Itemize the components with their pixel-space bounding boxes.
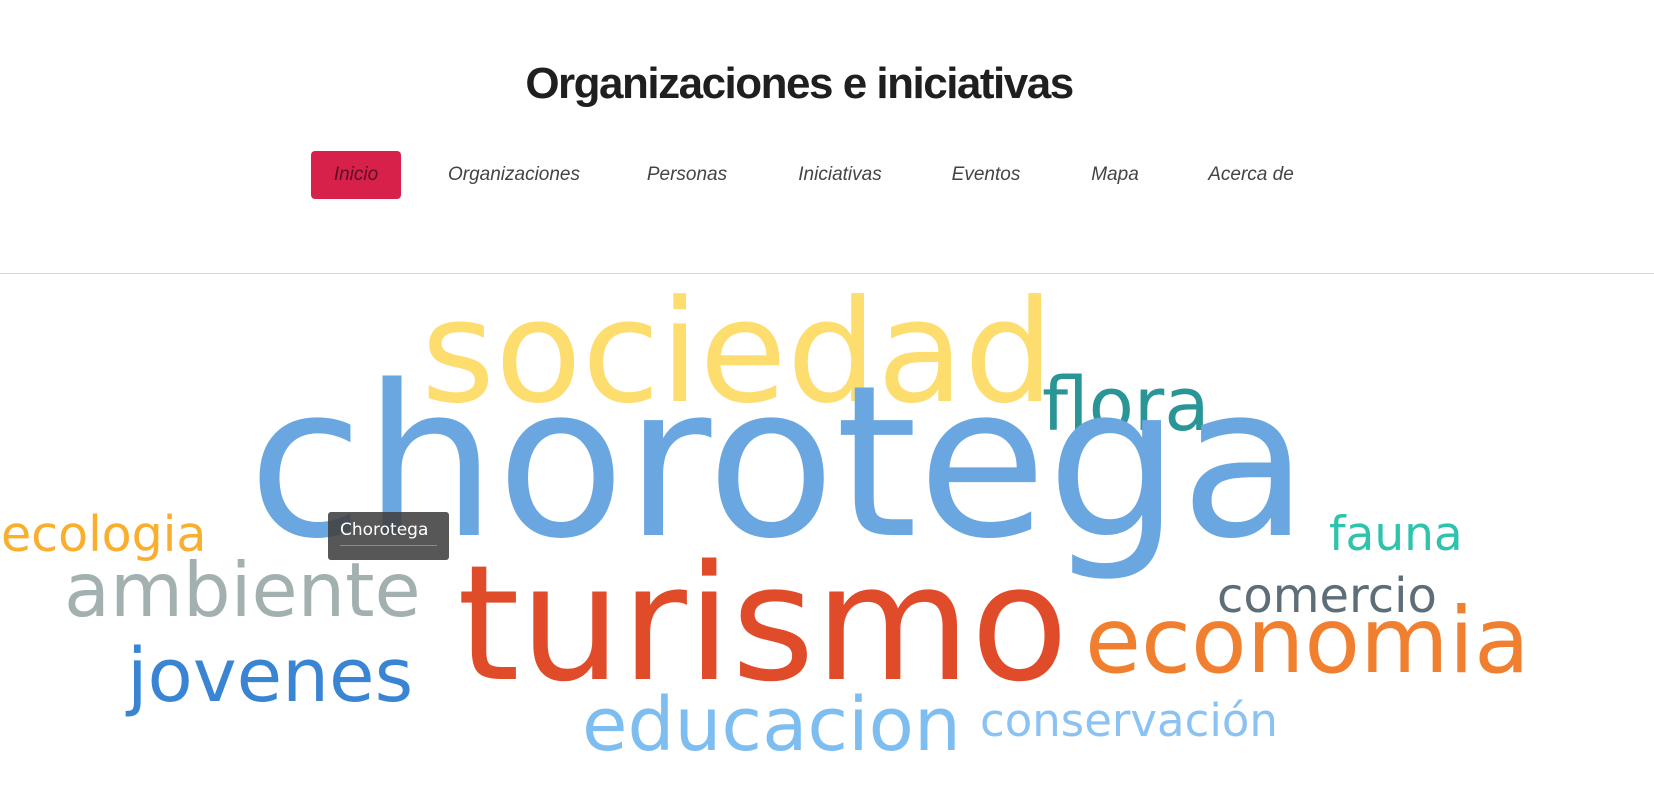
- cloud-word-educacion[interactable]: educacion: [582, 688, 961, 762]
- nav-item-acerca-de[interactable]: Acerca de: [1196, 151, 1306, 199]
- cloud-word-fauna[interactable]: fauna: [1329, 511, 1463, 558]
- word-cloud: sociedad flora chorotega ecologia fauna …: [0, 274, 1654, 797]
- cloud-word-ambiente[interactable]: ambiente: [64, 553, 421, 628]
- cloud-word-economia[interactable]: economia: [1085, 596, 1530, 687]
- site-header: Organizaciones e iniciativas Inicio Orga…: [0, 0, 1654, 274]
- nav-item-eventos[interactable]: Eventos: [944, 151, 1028, 199]
- nav-item-inicio[interactable]: Inicio: [311, 151, 401, 199]
- cloud-word-turismo[interactable]: turismo: [457, 544, 1068, 704]
- nav-item-iniciativas[interactable]: Iniciativas: [789, 151, 891, 199]
- tooltip-divider: [340, 545, 437, 546]
- tooltip-label: Chorotega: [340, 520, 429, 540]
- nav-item-organizaciones[interactable]: Organizaciones: [438, 151, 590, 199]
- cloud-word-conservacion[interactable]: conservación: [980, 698, 1278, 743]
- nav-item-personas[interactable]: Personas: [637, 151, 737, 199]
- nav-item-mapa[interactable]: Mapa: [1084, 151, 1146, 199]
- main-nav: Inicio Organizaciones Personas Iniciativ…: [0, 151, 1654, 199]
- cloud-word-jovenes[interactable]: jovenes: [127, 639, 413, 713]
- page-title: Organizaciones e iniciativas: [525, 59, 1074, 108]
- word-tooltip: Chorotega: [328, 512, 449, 560]
